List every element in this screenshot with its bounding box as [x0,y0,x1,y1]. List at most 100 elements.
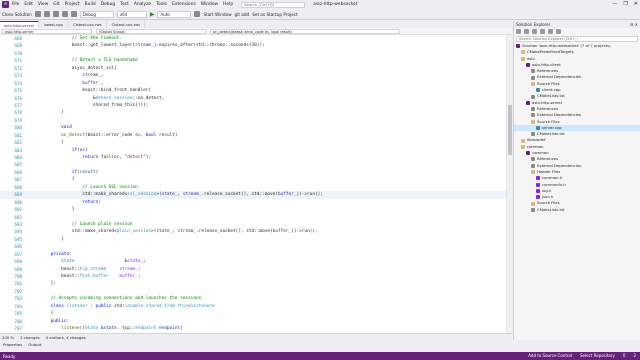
changes-indicator[interactable]: 2 changes [20,335,40,340]
select-repository-button[interactable]: Select Repository [580,352,615,360]
menu-item-project[interactable]: Project [65,2,80,7]
maximize-button[interactable]: ❐ [623,1,627,7]
tab-clstest-2[interactable]: Clstest.cxx.rws [108,21,146,28]
code-line[interactable]: 701 }; [0,280,512,287]
sync-icon[interactable] [532,29,537,34]
code-line[interactable]: 670 [0,50,512,57]
save-icon[interactable] [52,11,59,17]
tree-item[interactable]: CMakeLists.txt [514,207,640,213]
minimize-button[interactable]: — [612,1,617,7]
tab-asio-http-server[interactable]: asio-http-server [0,21,40,28]
collapse-all-icon[interactable] [548,29,553,34]
home-icon[interactable] [516,29,521,34]
code-line[interactable]: 674 buffer_, [0,80,512,87]
platform-select[interactable]: x64 [116,10,147,18]
code-line[interactable]: 705 { [0,310,512,317]
code-line[interactable]: 706 public: [0,318,512,325]
code-line[interactable]: 671 // Detect a TLS handshake [0,57,512,64]
close-button[interactable]: ✕ [634,1,638,7]
code-line[interactable]: 692 [0,214,512,221]
menu-item-extensions[interactable]: Extensions [172,2,196,7]
code-line[interactable]: 676 &detect_session::on_detect, [0,95,512,102]
code-line[interactable]: 680 void [0,124,512,131]
configuration-select[interactable]: Debug [79,10,114,18]
search-input[interactable]: Search (Ctrl+Q) [241,1,306,8]
vertical-scrollbar[interactable] [506,35,512,333]
code-line[interactable]: 693 // Launch plain session [0,221,512,228]
menu-item-debug[interactable]: Debug [101,2,115,7]
code-editor[interactable]: 668 // Set the timeout. 669 beast::get_lo… [0,35,512,333]
menu-item-help[interactable]: Help [223,2,233,7]
start-window-button[interactable]: Start Window [203,12,231,17]
close-solution-button[interactable]: Close Solution [2,12,32,17]
tab-clstest-1[interactable]: Clstest.cxx.rws [69,21,107,28]
zoom-level[interactable]: 100 % [2,335,14,340]
code-line[interactable]: 682 { [0,139,512,146]
code-line[interactable]: 675 beast::bind_front_handler( [0,87,512,94]
code-line[interactable]: 688 // Launch SSL session [0,184,512,191]
project-dropdown[interactable]: asio-http-server [2,28,92,34]
code-line[interactable]: 687 { [0,176,512,183]
properties-icon[interactable] [556,29,561,34]
code-line[interactable]: 694 std::make_shared<plain_session>(stat… [0,228,512,235]
code-line[interactable]: 695 } [0,236,512,243]
code-line[interactable]: 678 } [0,109,512,116]
code-line[interactable]: 679 [0,117,512,124]
redo-icon[interactable] [70,11,77,17]
menu-item-analyze[interactable]: Analyze [134,2,151,7]
tab-beast[interactable]: beast.cpp [40,21,68,28]
code-line[interactable]: 699 beast::tcp_stream stream_; [0,266,512,273]
switch-views-icon[interactable] [524,29,529,34]
code-line[interactable]: 698 State &state_; [0,258,512,265]
code-line[interactable]: 707 listener(State &state, tcp::endpoint… [0,325,512,332]
tab-output[interactable]: Output [28,342,41,347]
code-line[interactable]: 673 stream_, [0,72,512,79]
code-line[interactable]: 690 return; [0,199,512,206]
solution-explorer-search[interactable]: Search Solution Explorer (Ctrl+;) [516,36,638,42]
code-line[interactable]: 696 [0,243,512,250]
code-line[interactable]: 704 class listener : public std::enable_… [0,303,512,310]
bell-count[interactable]: 2 [633,352,636,360]
back-icon[interactable] [34,11,41,17]
menu-item-edit[interactable]: Edit [24,2,33,7]
start-debugging-icon[interactable]: ▶ [150,11,155,18]
code-line[interactable]: 697 private: [0,251,512,258]
code-line[interactable]: 685 [0,161,512,168]
code-line[interactable]: 672 async_detect_ssl( [0,65,512,72]
code-line[interactable]: 669 beast::get_lowest_layer(stream_).exp… [0,42,512,49]
line-number: 693 [14,221,22,227]
undo-icon[interactable] [61,11,68,17]
code-line[interactable]: 703 // Accepts incoming connections and … [0,295,512,302]
forward-icon[interactable] [43,11,50,17]
menu-item-view[interactable]: View [38,2,48,7]
code-line[interactable]: 689 std::make_shared<ssl_session>(state_… [0,191,512,199]
menu-item-file[interactable]: File [12,2,19,7]
code-line[interactable]: 686 if(result) [0,169,512,176]
menu-item-window[interactable]: Window [201,2,218,7]
code-line[interactable]: 668 // Set the timeout. [0,35,512,42]
scrollbar-thumb[interactable] [508,105,512,155]
code-line[interactable]: 677 shared_from_this())); [0,102,512,109]
code-line[interactable]: 700 beast::flat_buffer buffer_; [0,273,512,280]
target-select[interactable]: Auto [157,10,192,18]
member-dropdown[interactable]: on_detect(beast::error_code ec, bool res… [210,28,400,34]
refresh-icon[interactable] [540,29,545,34]
code-line[interactable]: 691 } [0,206,512,213]
git-add-button[interactable]: git add [235,12,250,17]
code-line[interactable]: 684 return fail(ec, "detect"); [0,154,512,161]
set-startup-project-button[interactable]: Set as Startup Project [252,12,298,17]
menu-item-build[interactable]: Build [85,2,96,7]
notification-count[interactable]: 0 [623,352,626,360]
menu-item-tools[interactable]: Tools [156,2,167,7]
menu-item-git[interactable]: Git [53,2,59,7]
pin-icon[interactable]: ⊟ ✕ [630,21,638,28]
tab-properties[interactable]: Properties [3,342,22,347]
code-line[interactable]: 683 if(ec) [0,147,512,154]
code-line[interactable]: 681 on_detect(beast::error_code ec, bool… [0,132,512,139]
add-to-source-control-button[interactable]: Add to Source Control [528,352,572,360]
authors-indicator[interactable]: 4 authors, 4 changes [46,335,86,340]
menu-item-test[interactable]: Test [120,2,129,7]
code-line[interactable]: 702 [0,288,512,295]
hot-reload-icon[interactable] [194,11,201,17]
scope-dropdown[interactable]: (Global Scope) [96,28,206,34]
